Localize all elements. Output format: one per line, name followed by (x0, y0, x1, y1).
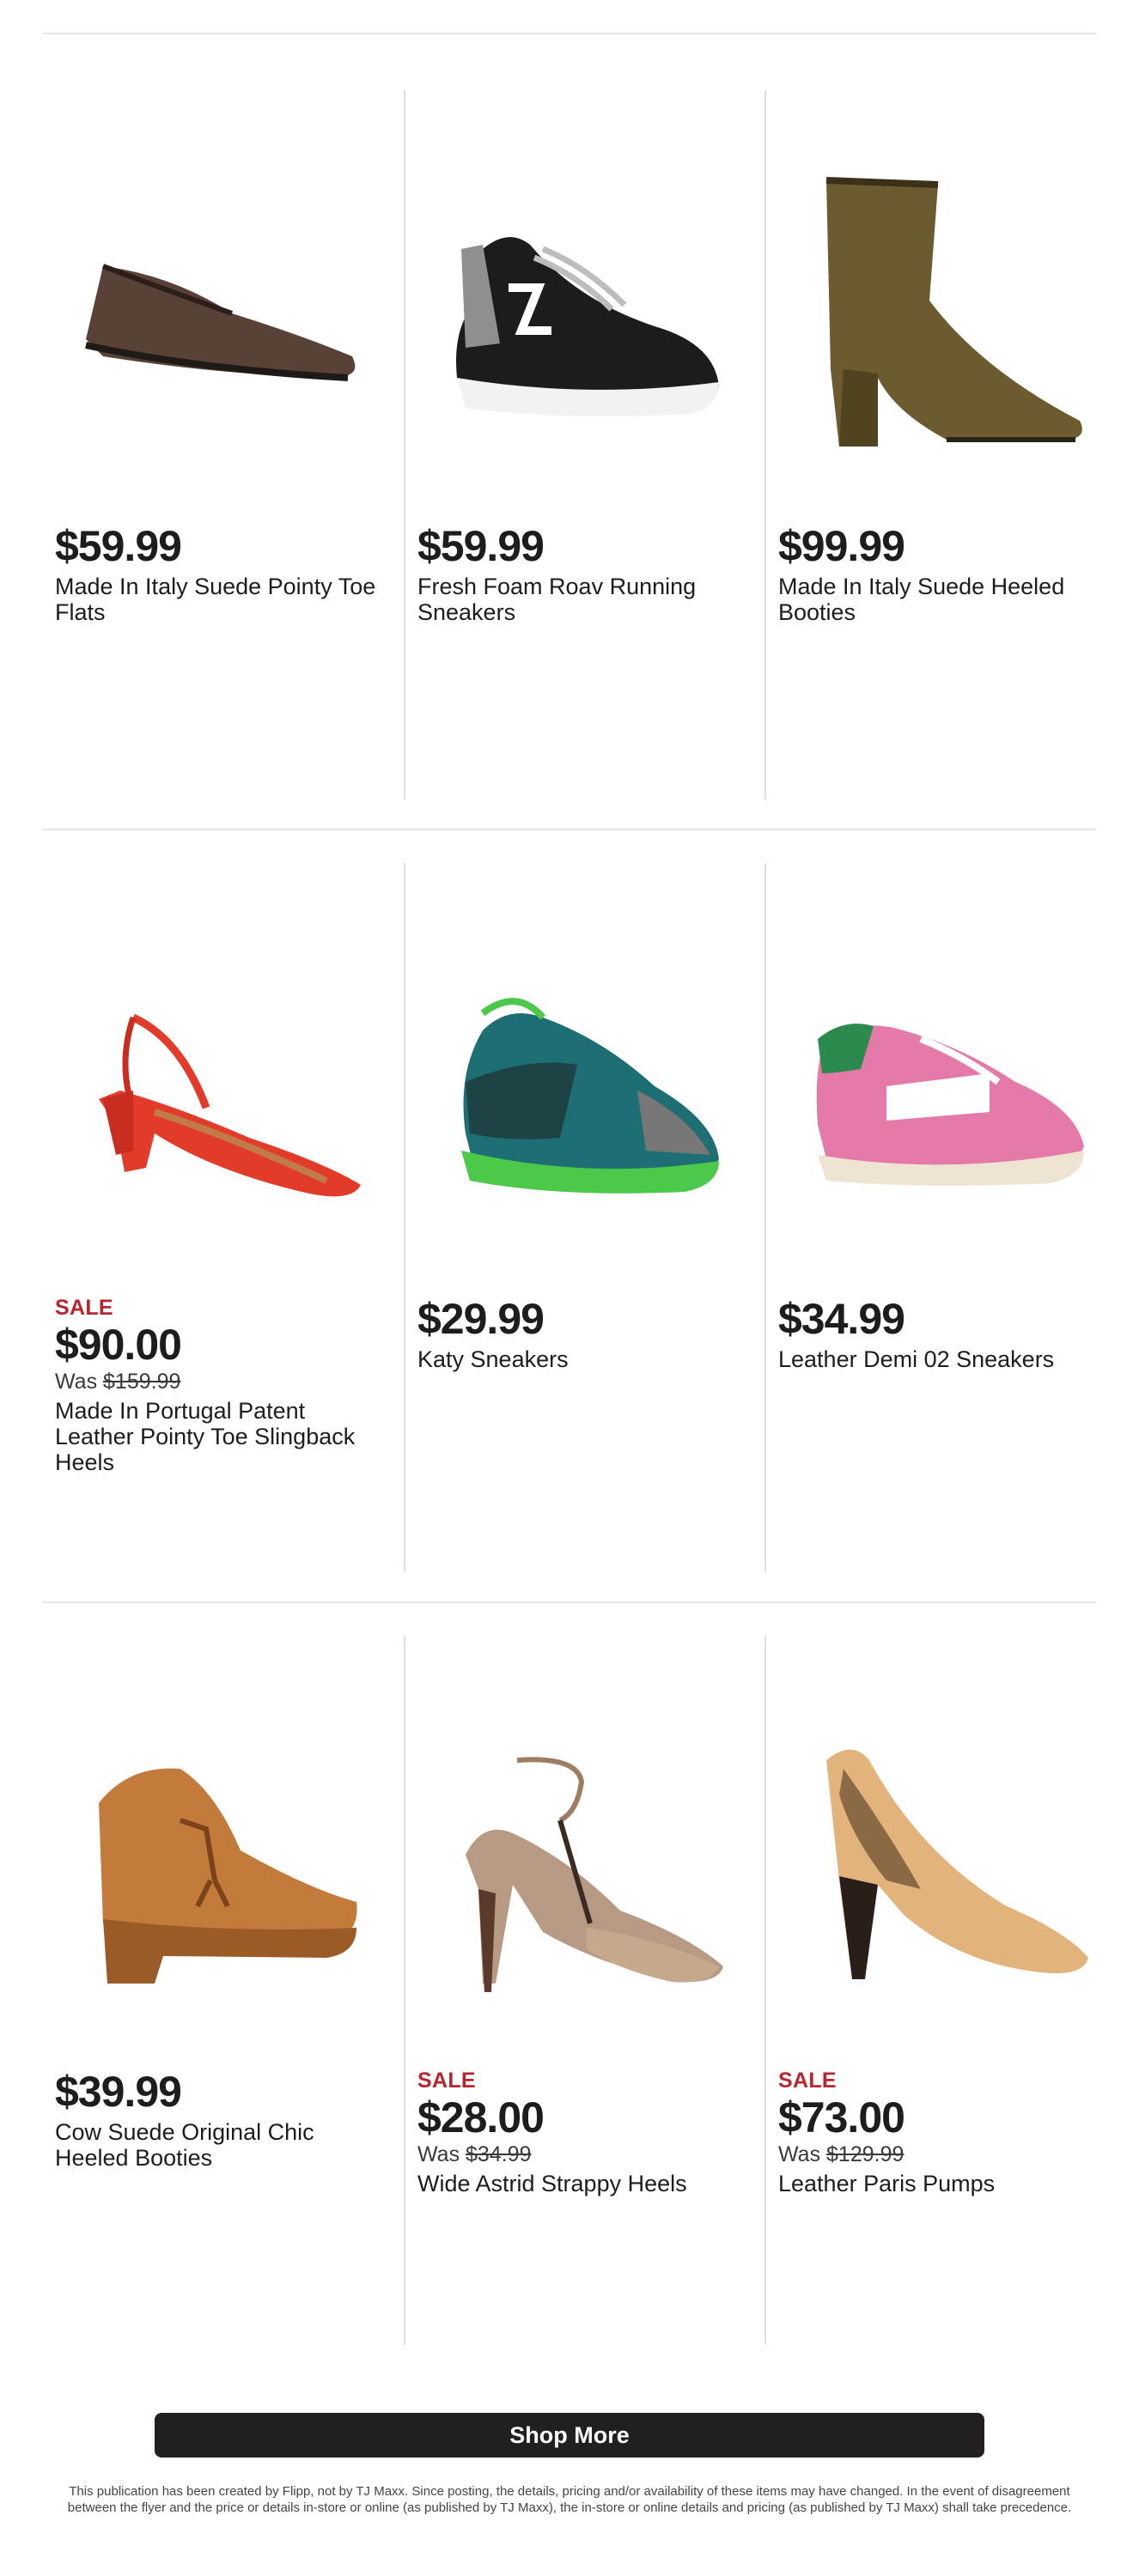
product-name[interactable]: Leather Paris Pumps (778, 2171, 1113, 2196)
product-row: $39.99 Cow Suede Original Chic Heeled Bo… (43, 1636, 1096, 2345)
product-name[interactable]: Made In Portugal Patent Leather Pointy T… (55, 1398, 390, 1475)
price: $59.99 (417, 522, 545, 570)
product-name[interactable]: Katy Sneakers (417, 1346, 752, 1372)
product-card[interactable]: $29.99 Katy Sneakers (404, 863, 764, 1572)
product-card[interactable]: $99.99 Made In Italy Suede Heeled Bootie… (764, 90, 1125, 799)
was-prefix: Was (778, 2142, 827, 2166)
divider (43, 33, 1096, 34)
suede-flat-shoe-icon (85, 264, 356, 381)
price: $90.00 (55, 1321, 182, 1369)
original-price: $159.99 (103, 1370, 181, 1394)
product-card[interactable]: SALE $28.00 Was $34.99 Wide Astrid Strap… (404, 1636, 764, 2345)
leather-sneaker-icon (816, 1024, 1084, 1186)
was-price: Was $129.99 (778, 2142, 1113, 2167)
product-image[interactable] (780, 1662, 1113, 2065)
product-card[interactable]: $59.99 Made In Italy Suede Pointy Toe Fl… (43, 90, 404, 799)
product-image[interactable] (780, 116, 1113, 519)
original-price: $34.99 (466, 2142, 532, 2166)
product-row: SALE $90.00 Was $159.99 Made In Portugal… (43, 863, 1096, 1572)
product-image[interactable] (57, 889, 390, 1292)
clog-bootie-icon (99, 1768, 357, 1984)
divider (43, 829, 1096, 830)
price: $34.99 (778, 1295, 905, 1343)
running-sneaker-icon (456, 237, 719, 416)
was-price: Was $159.99 (55, 1369, 390, 1394)
sale-label: SALE (55, 1296, 113, 1320)
slingback-heel-icon (99, 1013, 361, 1197)
heeled-bootie-icon (825, 177, 1082, 447)
product-card[interactable]: SALE $90.00 Was $159.99 Made In Portugal… (43, 863, 404, 1572)
product-card[interactable]: $34.99 Leather Demi 02 Sneakers (764, 863, 1125, 1572)
price: $59.99 (55, 522, 182, 570)
product-image[interactable] (57, 116, 390, 519)
product-row: $59.99 Made In Italy Suede Pointy Toe Fl… (43, 90, 1096, 799)
product-name[interactable]: Leather Demi 02 Sneakers (778, 1346, 1113, 1372)
product-image[interactable] (419, 1662, 752, 2065)
product-card[interactable]: $39.99 Cow Suede Original Chic Heeled Bo… (43, 1636, 404, 2345)
strappy-heel-icon (466, 1757, 723, 1992)
product-name[interactable]: Wide Astrid Strappy Heels (417, 2171, 752, 2196)
product-card[interactable]: $59.99 Fresh Foam Roav Running Sneakers (404, 90, 764, 799)
was-prefix: Was (417, 2142, 466, 2166)
product-name[interactable]: Cow Suede Original Chic Heeled Booties (55, 2119, 390, 2171)
product-image[interactable] (780, 889, 1113, 1292)
product-image[interactable] (57, 1662, 390, 2065)
product-name[interactable]: Fresh Foam Roav Running Sneakers (417, 574, 752, 625)
disclaimer-text: This publication has been created by Fli… (67, 2484, 1072, 2515)
price: $99.99 (778, 522, 905, 570)
sale-label: SALE (778, 2069, 837, 2093)
price: $28.00 (417, 2093, 545, 2142)
pump-heel-icon (826, 1749, 1088, 1979)
divider (43, 1601, 1096, 1603)
price: $73.00 (778, 2093, 905, 2142)
price: $29.99 (417, 1295, 545, 1343)
product-image[interactable] (419, 116, 752, 519)
product-name[interactable]: Made In Italy Suede Heeled Booties (778, 574, 1113, 625)
was-prefix: Was (55, 1370, 104, 1394)
shop-more-button[interactable]: Shop More (155, 2413, 984, 2458)
original-price: $129.99 (826, 2142, 904, 2166)
mesh-sneaker-icon (461, 998, 719, 1194)
product-image[interactable] (419, 889, 752, 1292)
product-card[interactable]: SALE $73.00 Was $129.99 Leather Paris Pu… (764, 1636, 1125, 2345)
price: $39.99 (55, 2068, 182, 2116)
was-price: Was $34.99 (417, 2142, 752, 2167)
sale-label: SALE (417, 2069, 476, 2093)
product-name[interactable]: Made In Italy Suede Pointy Toe Flats (55, 574, 390, 625)
